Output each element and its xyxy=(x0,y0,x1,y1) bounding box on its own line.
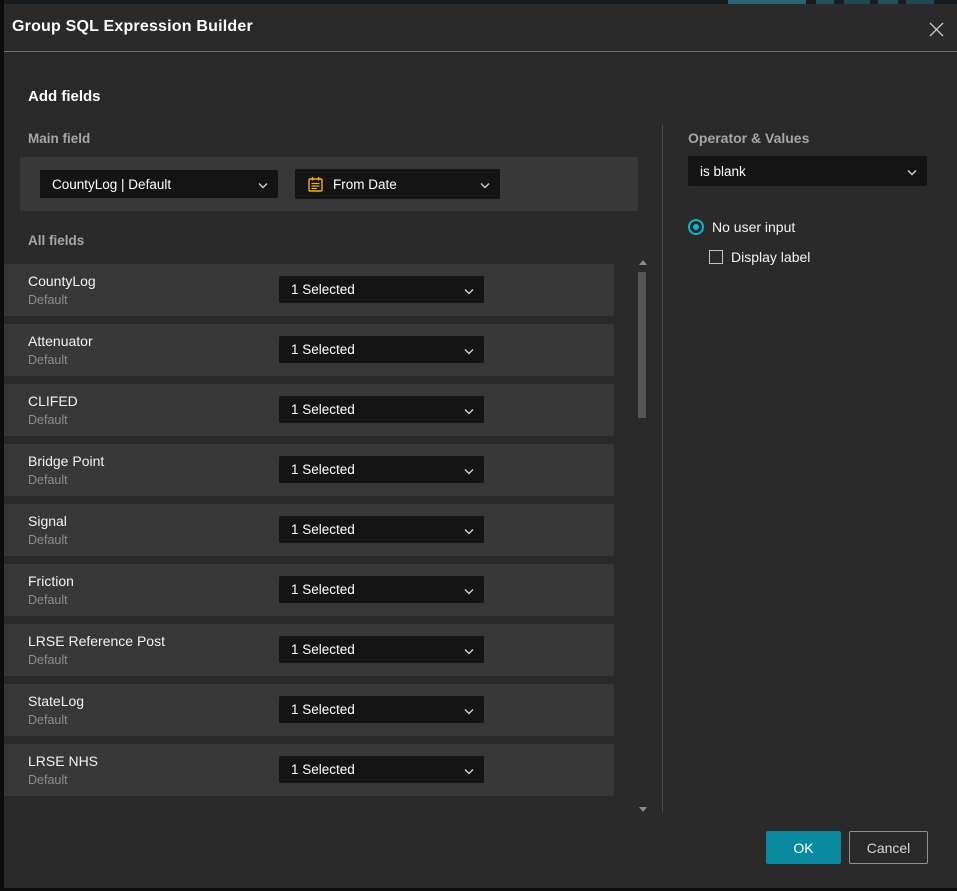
field-sublabel: Default xyxy=(28,473,68,487)
field-name: LRSE NHS xyxy=(28,753,98,769)
field-selection-select[interactable]: 1 Selected xyxy=(279,336,484,363)
list-scrollbar[interactable] xyxy=(637,258,648,814)
field-selection-value: 1 Selected xyxy=(291,402,355,417)
chevron-down-icon xyxy=(464,582,474,597)
chevron-down-icon xyxy=(464,282,474,297)
cancel-button[interactable]: Cancel xyxy=(849,831,928,864)
field-selection-value: 1 Selected xyxy=(291,642,355,657)
field-row-lrse-nhs: LRSE NHS Default 1 Selected xyxy=(4,744,614,796)
calendar-icon xyxy=(307,176,324,193)
field-sublabel: Default xyxy=(28,593,68,607)
chevron-down-icon xyxy=(464,462,474,477)
chevron-down-icon xyxy=(464,522,474,537)
main-field-source-value: CountyLog | Default xyxy=(52,177,171,192)
field-name: StateLog xyxy=(28,693,84,709)
field-selection-value: 1 Selected xyxy=(291,522,355,537)
display-label-checkbox[interactable]: Display label xyxy=(709,249,810,265)
field-selection-value: 1 Selected xyxy=(291,762,355,777)
field-sublabel: Default xyxy=(28,293,68,307)
field-selection-select[interactable]: 1 Selected xyxy=(279,456,484,483)
field-name: Bridge Point xyxy=(28,453,104,469)
field-selection-value: 1 Selected xyxy=(291,282,355,297)
scroll-down-icon[interactable] xyxy=(639,807,647,812)
chevron-down-icon xyxy=(258,177,268,192)
chevron-down-icon xyxy=(480,177,490,192)
field-selection-select[interactable]: 1 Selected xyxy=(279,756,484,783)
field-sublabel: Default xyxy=(28,713,68,727)
field-name: Signal xyxy=(28,513,67,529)
add-fields-heading: Add fields xyxy=(28,88,101,105)
all-fields-label: All fields xyxy=(28,233,84,248)
field-selection-select[interactable]: 1 Selected xyxy=(279,276,484,303)
field-name: Friction xyxy=(28,573,74,589)
field-sublabel: Default xyxy=(28,413,68,427)
field-name: Attenuator xyxy=(28,333,93,349)
field-selection-select[interactable]: 1 Selected xyxy=(279,396,484,423)
scrollbar-thumb[interactable] xyxy=(638,272,646,418)
display-label-label: Display label xyxy=(731,249,810,265)
field-sublabel: Default xyxy=(28,773,68,787)
chevron-down-icon xyxy=(464,342,474,357)
chevron-down-icon xyxy=(464,762,474,777)
field-row-lrse-reference-post: LRSE Reference Post Default 1 Selected xyxy=(4,624,614,676)
no-user-input-radio[interactable]: No user input xyxy=(688,218,795,236)
ok-button[interactable]: OK xyxy=(766,831,841,864)
scroll-up-icon[interactable] xyxy=(639,260,647,265)
field-selection-value: 1 Selected xyxy=(291,582,355,597)
field-row-countylog: CountyLog Default 1 Selected xyxy=(4,264,614,316)
checkbox-unchecked-icon xyxy=(709,250,723,264)
chevron-down-icon xyxy=(464,402,474,417)
field-selection-select[interactable]: 1 Selected xyxy=(279,576,484,603)
field-selection-select[interactable]: 1 Selected xyxy=(279,516,484,543)
field-selection-value: 1 Selected xyxy=(291,702,355,717)
field-sublabel: Default xyxy=(28,533,68,547)
chevron-down-icon xyxy=(464,642,474,657)
dialog-title: Group SQL Expression Builder xyxy=(12,18,253,36)
radio-selected-icon xyxy=(688,219,704,235)
field-selection-select[interactable]: 1 Selected xyxy=(279,636,484,663)
close-button[interactable] xyxy=(925,18,947,40)
field-selection-value: 1 Selected xyxy=(291,462,355,477)
field-selection-select[interactable]: 1 Selected xyxy=(279,696,484,723)
main-field-source-select[interactable]: CountyLog | Default xyxy=(40,170,278,198)
main-field-label: Main field xyxy=(28,131,90,146)
field-row-bridge-point: Bridge Point Default 1 Selected xyxy=(4,444,614,496)
field-row-attenuator: Attenuator Default 1 Selected xyxy=(4,324,614,376)
field-name: LRSE Reference Post xyxy=(28,633,165,649)
chevron-down-icon xyxy=(464,702,474,717)
main-field-panel: CountyLog | Default From Date xyxy=(20,157,638,211)
field-row-signal: Signal Default 1 Selected xyxy=(4,504,614,556)
field-row-statelog: StateLog Default 1 Selected xyxy=(4,684,614,736)
group-sql-expression-builder-dialog: Group SQL Expression Builder Add fields … xyxy=(4,4,957,888)
operator-value: is blank xyxy=(700,164,746,179)
panel-divider xyxy=(662,125,663,812)
field-row-friction: Friction Default 1 Selected xyxy=(4,564,614,616)
field-sublabel: Default xyxy=(28,653,68,667)
field-name: CountyLog xyxy=(28,273,96,289)
field-selection-value: 1 Selected xyxy=(291,342,355,357)
main-field-date-value: From Date xyxy=(333,177,397,192)
no-user-input-label: No user input xyxy=(712,219,795,235)
field-name: CLIFED xyxy=(28,393,78,409)
close-icon xyxy=(928,21,945,38)
operator-values-label: Operator & Values xyxy=(688,130,809,146)
main-field-date-select[interactable]: From Date xyxy=(295,169,500,199)
field-sublabel: Default xyxy=(28,353,68,367)
chevron-down-icon xyxy=(907,164,917,179)
field-row-clifed: CLIFED Default 1 Selected xyxy=(4,384,614,436)
dialog-header: Group SQL Expression Builder xyxy=(4,4,957,52)
operator-select[interactable]: is blank xyxy=(688,156,927,186)
